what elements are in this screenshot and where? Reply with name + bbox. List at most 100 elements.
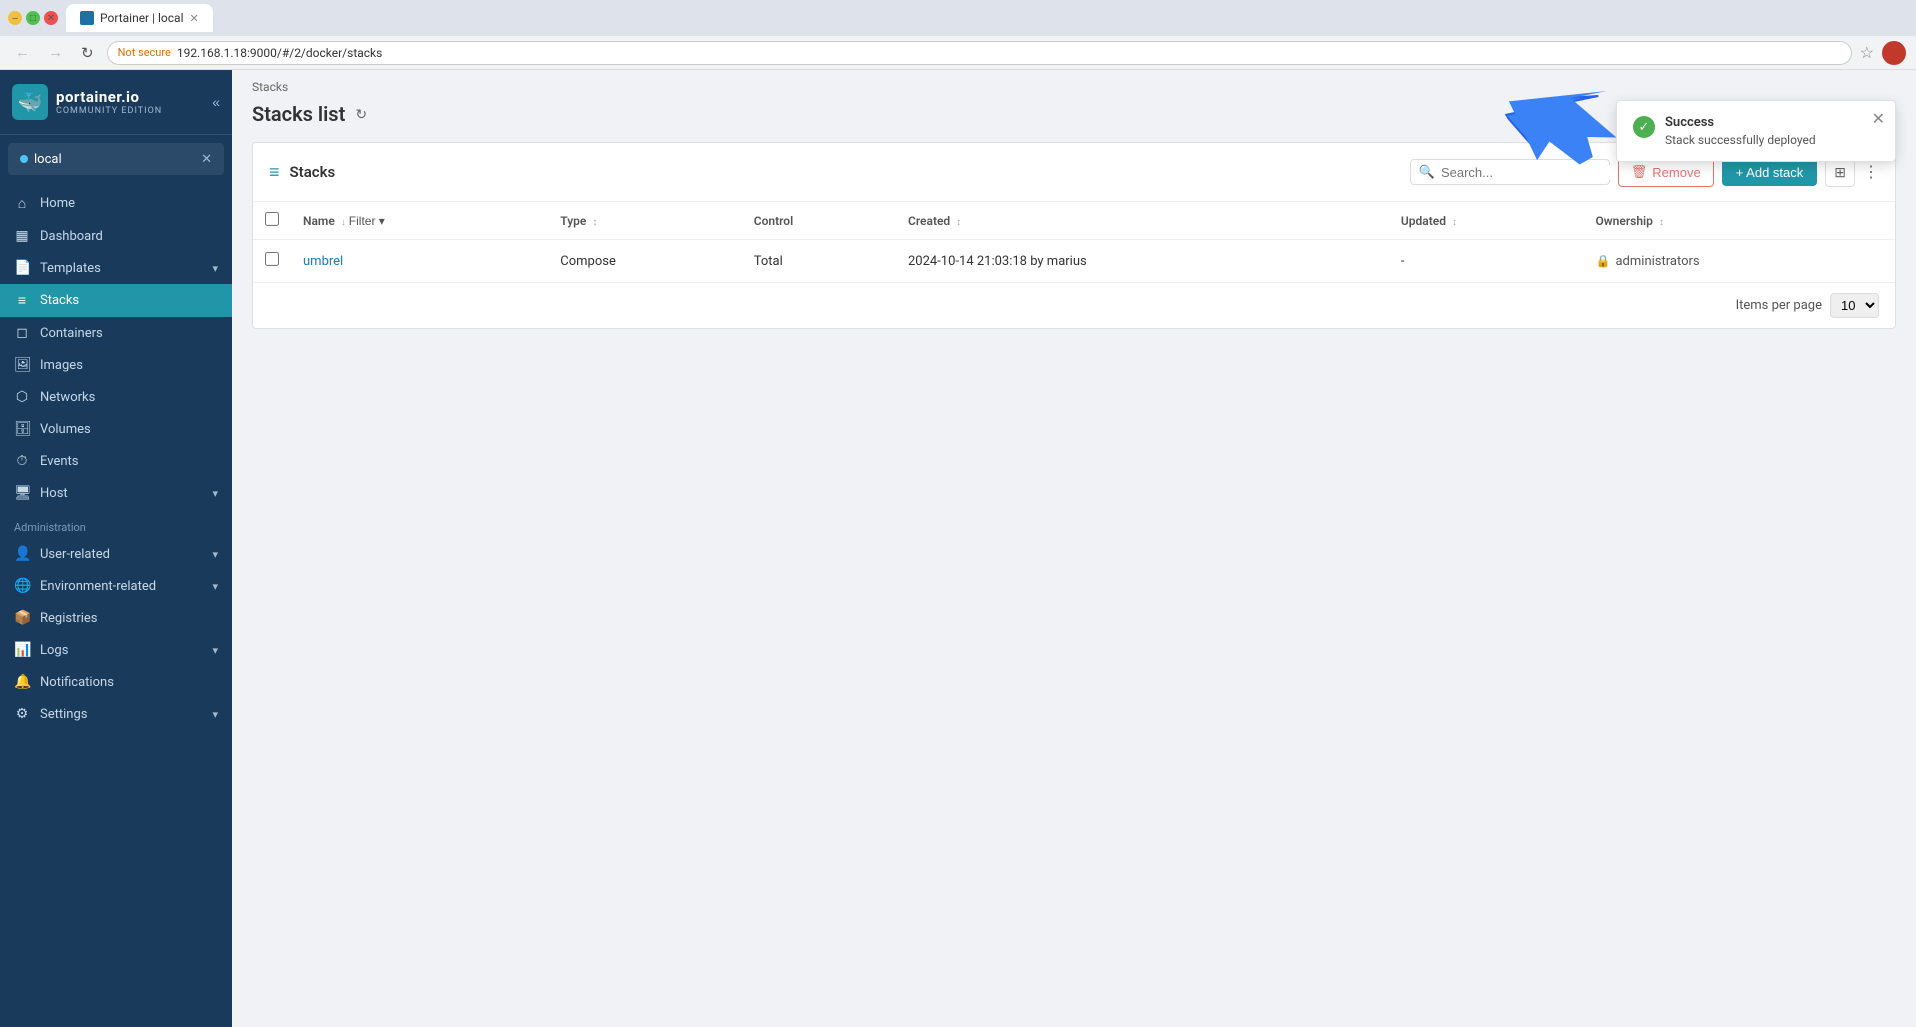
tab-close-button[interactable]: ✕ [190,12,199,25]
containers-icon: ◻ [14,325,30,341]
ownership-column-header[interactable]: Ownership ↕ [1584,202,1895,240]
events-icon: ⏱ [14,453,30,469]
logo-sub: Community Edition [56,106,162,116]
per-page-select[interactable]: 10 25 50 [1830,293,1879,318]
registries-icon: 📦 [14,610,30,626]
refresh-button[interactable]: ↻ [355,106,367,123]
ownership-text: administrators [1615,254,1699,269]
control-column-header: Control [742,202,896,240]
ownership-value: 🔒 administrators [1596,254,1883,269]
sidebar-item-dashboard[interactable]: ▦ Dashboard [0,220,232,252]
filter-button[interactable]: Filter ▾ [349,214,385,228]
type-column-header[interactable]: Type ↕ [548,202,742,240]
tab-bar: Portainer | local ✕ [66,4,213,32]
nav-bar: ← → ↻ Not secure 192.168.1.18:9000/#/2/d… [0,36,1916,70]
logo-area: 🐳 portainer.io Community Edition [12,84,162,120]
add-stack-button[interactable]: + Add stack [1722,159,1818,186]
updated-column-header[interactable]: Updated ↕ [1389,202,1584,240]
environment-selector[interactable]: local ✕ [8,143,224,175]
active-tab[interactable]: Portainer | local ✕ [66,4,213,32]
sidebar-item-containers[interactable]: ◻ Containers [0,317,232,349]
sidebar-item-logs[interactable]: 📊 Logs ▾ [0,634,232,666]
url-display: 192.168.1.18:9000/#/2/docker/stacks [177,46,383,60]
images-icon: 🖼 [14,357,30,373]
success-notification: ✓ Success Stack successfully deployed ✕ [1616,100,1896,162]
select-all-checkbox[interactable] [265,212,279,226]
chevron-down-icon: ▾ [212,644,218,657]
sort-icon: ↕ [592,217,597,228]
sidebar-item-user-related[interactable]: 👤 User-related ▾ [0,538,232,570]
page-title: Stacks list [252,102,345,126]
minimize-button[interactable]: – [8,11,22,25]
sort-icon: ↕ [956,217,961,228]
reload-button[interactable]: ↻ [76,42,99,64]
sidebar-item-images[interactable]: 🖼 Images [0,349,232,381]
stacks-panel-title-text: Stacks [290,163,336,181]
sidebar-item-notifications[interactable]: 🔔 Notifications [0,666,232,698]
search-box[interactable]: 🔍 ✕ [1410,159,1610,185]
templates-icon: 📄 [14,260,30,276]
back-button[interactable]: ← [10,42,35,63]
logo-icon: 🐳 [12,84,48,120]
sort-icon: ↕ [1452,217,1457,228]
security-badge: Not secure [118,46,171,59]
chevron-down-icon: ▾ [212,548,218,561]
more-options-button[interactable]: ⋮ [1863,162,1879,182]
notification-content: Success Stack successfully deployed [1665,115,1879,147]
settings-icon: ⚙ [14,706,30,722]
env-close-button[interactable]: ✕ [201,151,212,167]
bookmark-button[interactable]: ☆ [1860,43,1874,63]
logs-icon: 📊 [14,642,30,658]
forward-button[interactable]: → [43,42,68,63]
app-layout: 🐳 portainer.io Community Edition « local… [0,70,1916,1027]
sidebar-item-registries[interactable]: 📦 Registries [0,602,232,634]
sidebar-item-label: Logs [40,643,202,658]
sidebar: 🐳 portainer.io Community Edition « local… [0,70,232,1027]
notifications-icon: 🔔 [14,674,30,690]
success-icon: ✓ [1633,116,1655,138]
sidebar-item-templates[interactable]: 📄 Templates ▾ [0,252,232,284]
table-row: umbrel Compose Total 2024-10-14 21:03:18… [253,240,1895,283]
close-window-button[interactable]: ✕ [44,11,58,25]
sidebar-item-environment-related[interactable]: 🌐 Environment-related ▾ [0,570,232,602]
select-all-column [253,202,291,240]
sidebar-item-networks[interactable]: ⬡ Networks [0,381,232,413]
row-name-cell: umbrel [291,240,548,283]
notification-close-button[interactable]: ✕ [1872,109,1885,129]
stacks-panel-title: ≡ Stacks [269,162,335,183]
sort-icon: ↕ [1659,217,1664,228]
sidebar-item-label: User-related [40,547,202,562]
sidebar-item-label: Containers [40,326,218,341]
main-content: Stacks Stacks list ↻ ≡ Stacks 🔍 ✕ � [232,70,1916,1027]
search-input[interactable] [1441,165,1617,180]
address-bar[interactable]: Not secure 192.168.1.18:9000/#/2/docker/… [107,41,1852,65]
env-left: local [20,152,62,167]
sidebar-item-home[interactable]: ⌂ Home [0,187,232,220]
stacks-table: Name ↓ Filter ▾ Type ↕ Control Created ↕… [253,202,1895,282]
maximize-button[interactable]: □ [26,11,40,25]
sidebar-item-label: Templates [40,261,202,276]
sidebar-item-label: Host [40,486,202,501]
nav-actions: ☆ [1860,41,1906,65]
created-column-header[interactable]: Created ↕ [896,202,1389,240]
row-checkbox[interactable] [265,252,279,266]
sidebar-item-settings[interactable]: ⚙ Settings ▾ [0,698,232,730]
name-column-header[interactable]: Name ↓ Filter ▾ [291,202,548,240]
sidebar-item-stacks[interactable]: ≡ Stacks [0,284,232,317]
sidebar-item-label: Notifications [40,675,218,690]
sidebar-item-volumes[interactable]: 🗄 Volumes [0,413,232,445]
sidebar-collapse-button[interactable]: « [212,94,220,110]
stack-name-link[interactable]: umbrel [303,254,343,269]
notification-title: Success [1665,115,1879,130]
remove-icon: 🗑 [1631,164,1648,180]
profile-avatar[interactable] [1882,41,1906,65]
sidebar-item-label: Settings [40,707,202,722]
browser-chrome: – □ ✕ Portainer | local ✕ [0,0,1916,36]
window-controls[interactable]: – □ ✕ [8,11,58,25]
sidebar-item-host[interactable]: 🖥 Host ▾ [0,477,232,509]
add-stack-label: + Add stack [1736,165,1804,180]
sidebar-item-events[interactable]: ⏱ Events [0,445,232,477]
row-updated-cell: - [1389,240,1584,283]
notification-message: Stack successfully deployed [1665,133,1879,147]
sidebar-item-label: Events [40,454,218,469]
